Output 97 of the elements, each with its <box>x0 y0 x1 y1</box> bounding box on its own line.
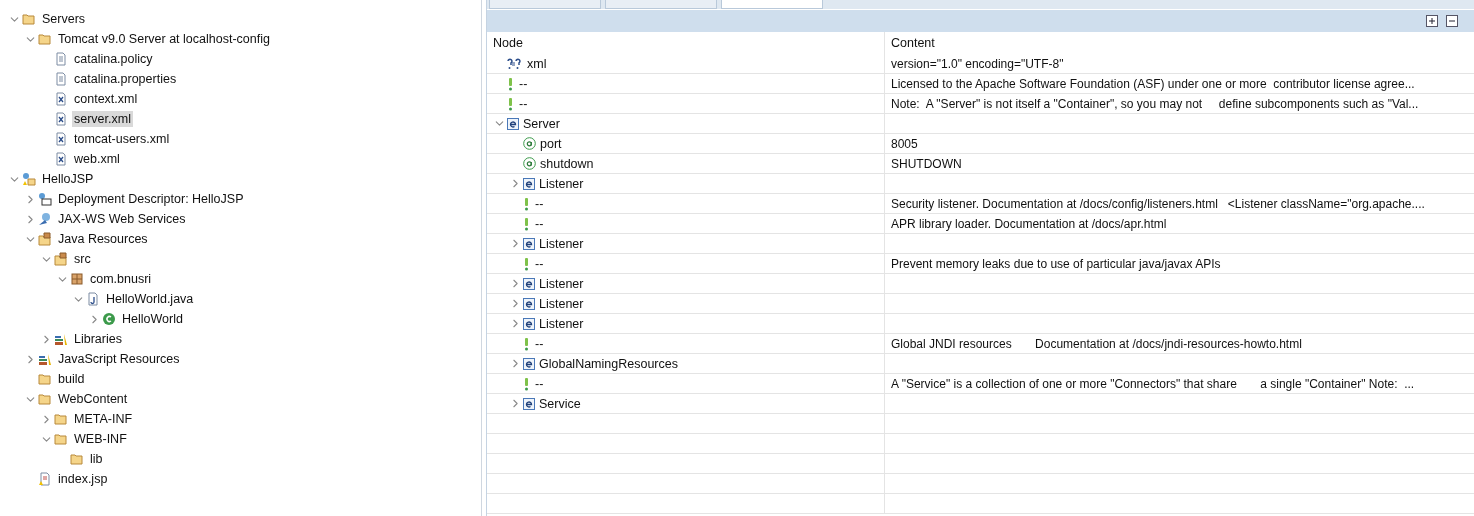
comment-icon <box>523 216 531 231</box>
node-name: GlobalNamingResources <box>539 356 678 371</box>
tree-item[interactable]: HelloJSP <box>40 171 96 187</box>
node-content: Prevent memory leaks due to use of particular java/javax APIs <box>890 256 1221 271</box>
tree-item[interactable]: WEB-INF <box>72 431 129 447</box>
element-icon <box>507 117 519 130</box>
attribute-icon <box>523 157 536 170</box>
node-content: Licensed to the Apache Software Foundation (ASF) under one or more contributor license agree... <box>890 76 1415 91</box>
node-content: Security listener. Documentation at /docs/config/listeners.html <Listener className="org.apache.... <box>890 196 1425 211</box>
tree-item[interactable]: Libraries <box>72 331 124 347</box>
expand-all-icon[interactable] <box>1426 15 1438 27</box>
folder-icon <box>38 372 52 386</box>
xml-file-icon <box>54 132 68 146</box>
tree-item[interactable]: Deployment Descriptor: HelloJSP <box>56 191 246 207</box>
processing-instruction-icon <box>507 56 523 71</box>
node-name: Listener <box>539 276 584 291</box>
folder-icon <box>38 32 52 46</box>
xml-file-icon <box>54 152 68 166</box>
tree-item[interactable]: src <box>72 251 93 267</box>
element-icon <box>523 177 535 190</box>
node-name: xml <box>527 56 547 71</box>
tree-item[interactable]: WebContent <box>56 391 130 407</box>
document-icon <box>54 72 68 86</box>
tree-item[interactable]: index.jsp <box>56 471 110 487</box>
comment-icon <box>523 336 531 351</box>
xml-file-icon <box>54 92 68 106</box>
node-content: Note: A "Server" is not itself a "Container", so you may not define subcomponents such as "Val... <box>890 96 1419 111</box>
node-name: shutdown <box>540 156 594 171</box>
comment-icon <box>523 376 531 391</box>
tree-item[interactable]: com.bnusri <box>88 271 154 287</box>
element-icon <box>523 317 535 330</box>
tree-item[interactable]: Java Resources <box>56 231 150 247</box>
node-name: Server <box>523 116 560 131</box>
document-icon <box>54 52 68 66</box>
folder-icon <box>38 392 52 406</box>
node-name: port <box>540 136 562 151</box>
tree-item[interactable]: JAX-WS Web Services <box>56 211 188 227</box>
folder-icon <box>22 12 36 26</box>
tree-item[interactable]: tomcat-users.xml <box>72 131 172 147</box>
descriptor-icon <box>38 192 52 206</box>
node-name: -- <box>535 216 544 231</box>
editor-tab[interactable] <box>721 0 823 9</box>
node-name: -- <box>519 96 528 111</box>
node-name: Service <box>539 396 581 411</box>
tree-item[interactable]: build <box>56 371 87 387</box>
node-content: APR library loader. Documentation at /docs/apr.html <box>890 216 1167 231</box>
column-header[interactable]: Content <box>885 32 1474 54</box>
comment-icon <box>523 256 531 271</box>
node-name: -- <box>535 376 544 391</box>
tree-item[interactable]: server.xml <box>72 111 133 127</box>
jsp-file-icon <box>38 472 52 486</box>
node-name: -- <box>535 196 544 211</box>
node-name: -- <box>519 76 528 91</box>
comment-icon <box>507 96 515 111</box>
tree-item[interactable]: HelloWorld <box>120 311 185 327</box>
comment-icon <box>523 196 531 211</box>
tree-item[interactable]: JavaScript Resources <box>56 351 182 367</box>
element-icon <box>523 397 535 410</box>
node-name: Listener <box>539 176 584 191</box>
node-name: Listener <box>539 236 584 251</box>
node-content: 8005 <box>890 136 918 151</box>
element-icon <box>523 357 535 370</box>
folder-icon <box>70 452 84 466</box>
node-name: Listener <box>539 316 584 331</box>
web-service-icon <box>38 212 52 226</box>
tree-item[interactable]: web.xml <box>72 151 122 167</box>
folder-icon <box>54 432 68 446</box>
tree-item[interactable]: Servers <box>40 11 88 27</box>
element-icon <box>523 297 535 310</box>
package-folder-icon <box>38 232 52 246</box>
collapse-all-icon[interactable] <box>1446 15 1458 27</box>
tree-item[interactable]: catalina.properties <box>72 71 179 87</box>
xml-file-icon <box>54 112 68 126</box>
node-name: -- <box>535 256 544 271</box>
tree-item[interactable]: context.xml <box>72 91 140 107</box>
node-content: version="1.0" encoding="UTF-8" <box>890 56 1064 71</box>
element-icon <box>523 237 535 250</box>
package-icon <box>70 272 84 286</box>
tree-item[interactable]: catalina.policy <box>72 51 155 67</box>
class-icon <box>102 312 116 326</box>
tree-item[interactable]: lib <box>88 451 105 467</box>
node-content: A "Service" is a collection of one or more "Connectors" that share a single "Container" Note: ... <box>890 376 1415 391</box>
project-icon <box>22 172 36 186</box>
tree-item[interactable]: Tomcat v9.0 Server at localhost-config <box>56 31 272 47</box>
package-folder-icon <box>54 252 68 266</box>
attribute-icon <box>523 137 536 150</box>
comment-icon <box>507 76 515 91</box>
node-name: -- <box>535 336 544 351</box>
node-content: SHUTDOWN <box>890 156 962 171</box>
tree-item[interactable]: HelloWorld.java <box>104 291 196 307</box>
column-header[interactable]: Node <box>487 32 885 54</box>
node-name: Listener <box>539 296 584 311</box>
element-icon <box>523 277 535 290</box>
folder-icon <box>54 412 68 426</box>
java-file-icon <box>86 292 100 306</box>
node-content: Global JNDI resources Documentation at /docs/jndi-resources-howto.html <box>890 336 1302 351</box>
tree-item[interactable]: META-INF <box>72 411 135 427</box>
